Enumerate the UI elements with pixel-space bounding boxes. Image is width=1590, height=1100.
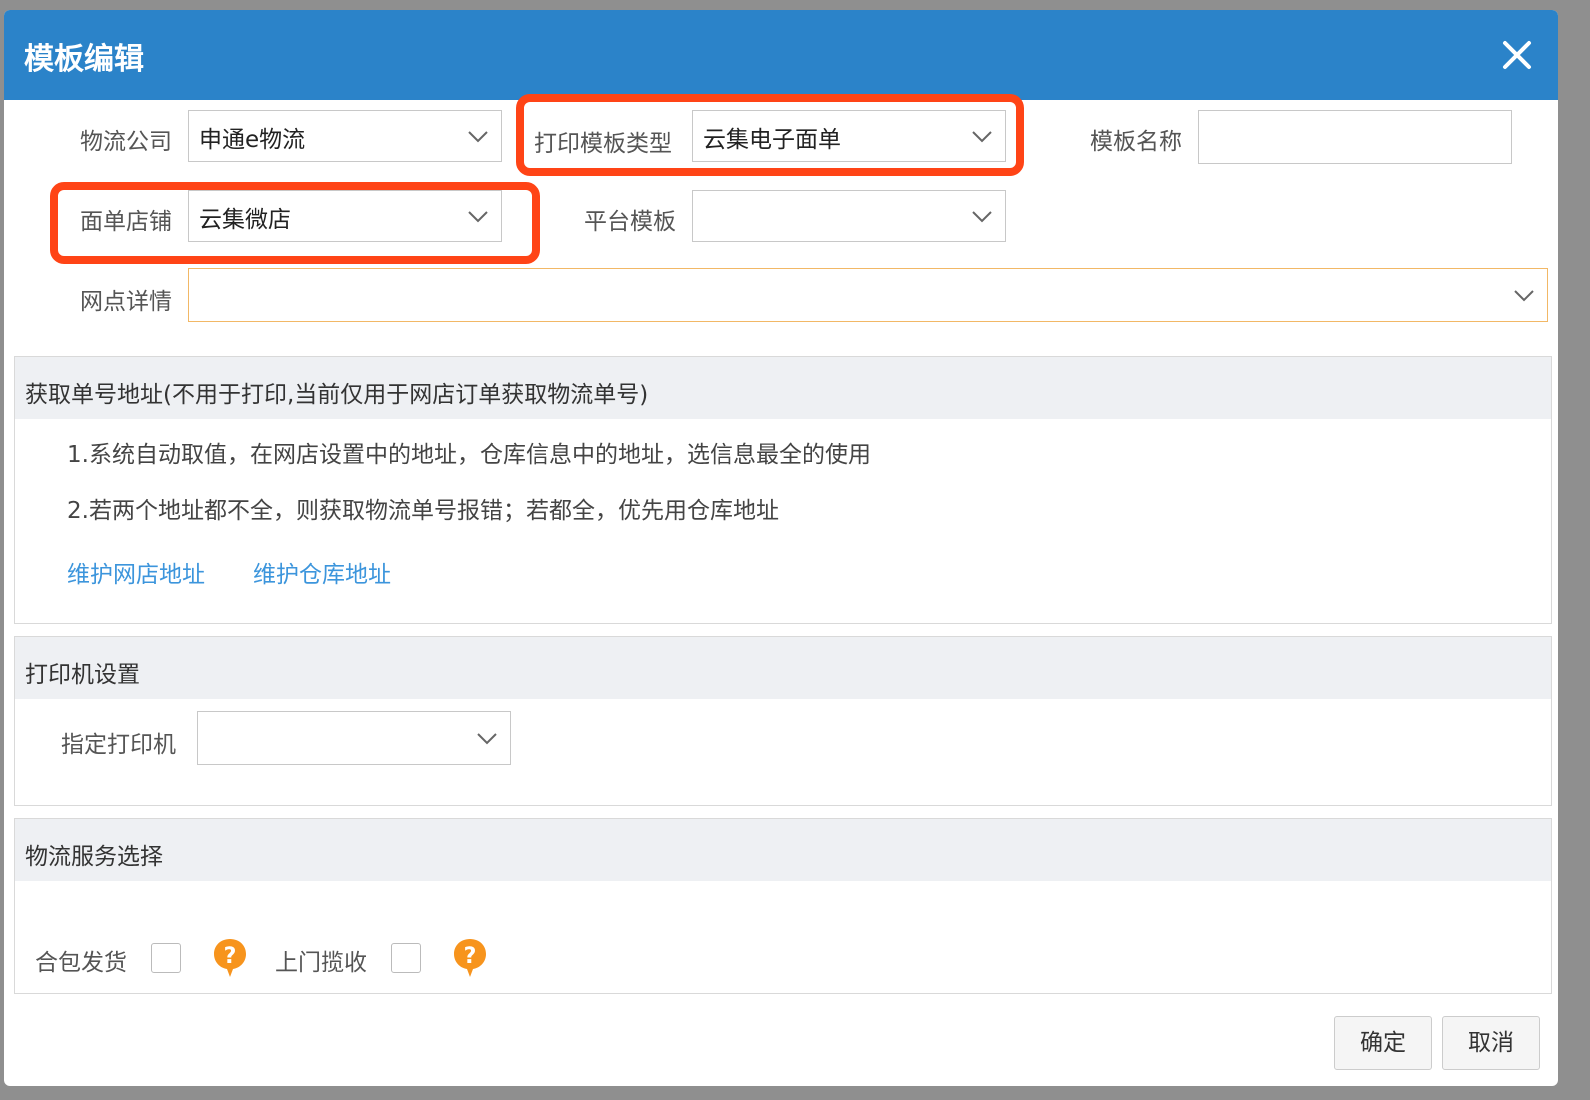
address-note-2: 2.若两个地址都不全，则获取物流单号报错；若都全，优先用仓库地址 <box>67 498 779 524</box>
outlet-details-select[interactable] <box>188 268 1548 322</box>
printer-panel: 打印机设置 指定打印机 <box>14 636 1552 806</box>
chevron-down-icon <box>468 131 488 143</box>
cancel-button[interactable]: 取消 <box>1442 1016 1540 1070</box>
address-note-1: 1.系统自动取值，在网店设置中的地址，仓库信息中的地址，选信息最全的使用 <box>67 442 871 468</box>
combined-shipping-label: 合包发货 <box>35 950 127 976</box>
waybill-shop-highlight <box>50 182 540 264</box>
logistics-company-label: 物流公司 <box>80 129 172 155</box>
service-panel-title: 物流服务选择 <box>25 844 163 870</box>
service-panel-header: 物流服务选择 <box>15 819 1551 881</box>
close-icon[interactable] <box>1494 32 1540 78</box>
address-panel-title: 获取单号地址(不用于打印,当前仅用于网店订单获取物流单号) <box>25 382 649 408</box>
dialog-titlebar: 模板编辑 <box>4 10 1558 100</box>
printer-panel-title: 打印机设置 <box>25 662 140 688</box>
logistics-company-select[interactable]: 申通e物流 <box>188 110 502 162</box>
chevron-down-icon <box>1514 290 1534 302</box>
svg-text:?: ? <box>464 944 477 969</box>
service-panel: 物流服务选择 合包发货 ? 上门揽收 ? <box>14 818 1552 994</box>
combined-shipping-checkbox[interactable] <box>151 943 181 973</box>
logistics-company-value: 申通e物流 <box>199 127 306 153</box>
chevron-down-icon <box>972 211 992 223</box>
template-name-input[interactable] <box>1198 110 1512 164</box>
printer-label: 指定打印机 <box>61 732 176 758</box>
help-icon[interactable]: ? <box>211 937 249 979</box>
svg-text:?: ? <box>224 944 237 969</box>
address-panel: 获取单号地址(不用于打印,当前仅用于网店订单获取物流单号) 1.系统自动取值，在… <box>14 356 1552 624</box>
help-icon[interactable]: ? <box>451 937 489 979</box>
door-pickup-checkbox[interactable] <box>391 943 421 973</box>
maintain-warehouse-address-link[interactable]: 维护仓库地址 <box>253 555 391 589</box>
printer-panel-header: 打印机设置 <box>15 637 1551 699</box>
maintain-shop-address-link[interactable]: 维护网店地址 <box>67 555 205 589</box>
print-template-type-highlight <box>516 94 1024 176</box>
outlet-details-label: 网点详情 <box>80 289 172 315</box>
printer-select[interactable] <box>197 711 511 765</box>
ok-button[interactable]: 确定 <box>1334 1016 1432 1070</box>
platform-template-label: 平台模板 <box>584 209 676 235</box>
dialog-title: 模板编辑 <box>24 42 144 77</box>
address-panel-header: 获取单号地址(不用于打印,当前仅用于网店订单获取物流单号) <box>15 357 1551 419</box>
door-pickup-label: 上门揽收 <box>275 950 367 976</box>
chevron-down-icon <box>477 733 497 745</box>
template-name-label: 模板名称 <box>1090 129 1182 155</box>
template-edit-dialog: 模板编辑 物流公司 申通e物流 打印模板类型 云集电子面单 模板名称 面单店铺 … <box>4 10 1558 1086</box>
platform-template-select[interactable] <box>692 190 1006 242</box>
